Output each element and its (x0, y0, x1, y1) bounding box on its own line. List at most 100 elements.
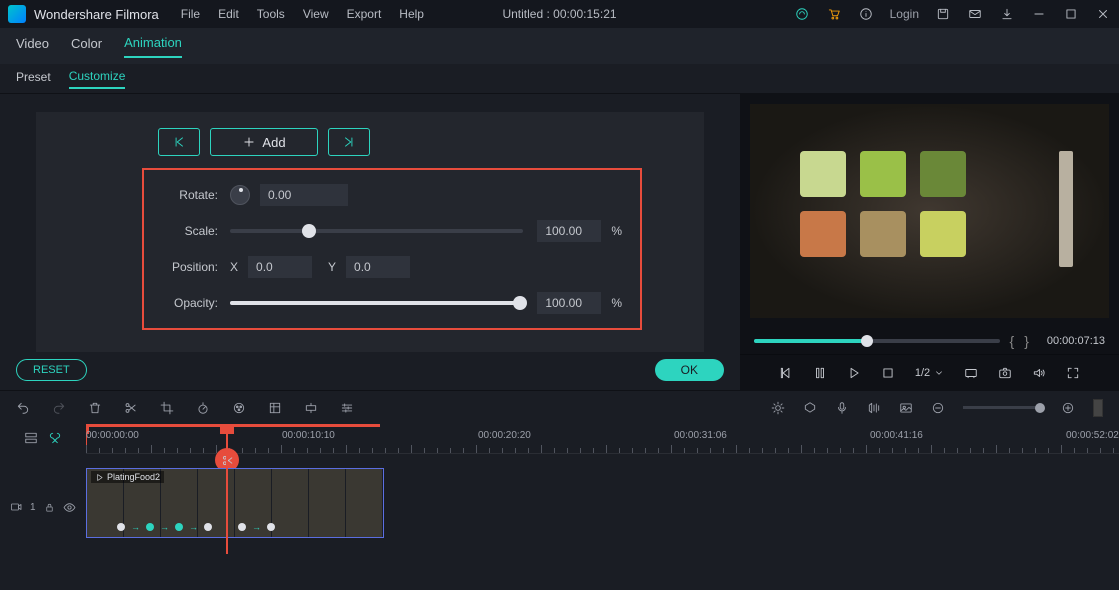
panel-tabs: Video Color Animation (0, 28, 1119, 64)
render-icon[interactable] (771, 401, 785, 415)
tab-color[interactable]: Color (71, 36, 102, 57)
menu-tools[interactable]: Tools (257, 7, 285, 21)
position-x-label: X (230, 260, 238, 274)
volume-icon[interactable] (1032, 366, 1046, 380)
mark-in-icon[interactable]: { (1010, 333, 1015, 349)
cart-icon[interactable] (826, 6, 842, 22)
color-icon[interactable] (232, 401, 246, 415)
ruler-mark: 00:00:41:16 (870, 430, 923, 441)
scale-label: Scale: (162, 224, 218, 238)
step-back-icon[interactable] (779, 366, 793, 380)
ruler-mark: 00:00:31:06 (674, 430, 727, 441)
save-icon[interactable] (935, 6, 951, 22)
snapshot-icon[interactable] (998, 366, 1012, 380)
subtab-customize[interactable]: Customize (69, 69, 126, 89)
opacity-unit: % (611, 296, 622, 310)
menu-edit[interactable]: Edit (218, 7, 239, 21)
next-keyframe-button[interactable] (328, 128, 370, 156)
titlebar: Wondershare Filmora File Edit Tools View… (0, 0, 1119, 28)
mail-icon[interactable] (967, 6, 983, 22)
ruler-mark: 00:00:00:00 (86, 430, 139, 441)
menu-view[interactable]: View (303, 7, 329, 21)
rotate-dial[interactable] (230, 185, 250, 205)
mark-out-icon[interactable]: } (1024, 333, 1029, 349)
menu-help[interactable]: Help (399, 7, 424, 21)
playhead-line[interactable] (226, 424, 228, 554)
track-manager-icon[interactable] (24, 431, 38, 448)
quality-icon[interactable] (964, 366, 978, 380)
timeline-ruler[interactable]: 00:00:00:00 00:00:10:10 00:00:20:20 00:00:3… (86, 424, 1119, 454)
ok-button[interactable]: OK (655, 359, 724, 381)
zoom-slider[interactable] (963, 406, 1043, 409)
brand-name: Wondershare Filmora (34, 7, 159, 22)
snap-icon[interactable] (48, 431, 62, 448)
preview-canvas[interactable] (750, 104, 1109, 318)
split-icon[interactable] (124, 401, 138, 415)
visibility-icon[interactable] (63, 501, 76, 514)
position-x-input[interactable] (248, 256, 312, 278)
undo-icon[interactable] (16, 401, 30, 415)
opacity-label: Opacity: (162, 296, 218, 310)
clip-name: PlatingFood2 (107, 472, 160, 482)
add-keyframe-button[interactable]: Add (210, 128, 318, 156)
speed-icon[interactable] (196, 401, 210, 415)
rotate-input[interactable] (260, 184, 348, 206)
keyframe-icon[interactable] (304, 401, 318, 415)
login-button[interactable]: Login (890, 7, 919, 21)
position-label: Position: (162, 260, 218, 274)
app-logo-icon (8, 5, 26, 23)
opacity-slider[interactable] (230, 301, 523, 305)
preview-scrubber[interactable] (754, 339, 1000, 343)
scale-unit: % (611, 224, 622, 238)
close-icon[interactable] (1095, 6, 1111, 22)
position-y-input[interactable] (346, 256, 410, 278)
position-y-label: Y (328, 260, 336, 274)
delete-icon[interactable] (88, 401, 102, 415)
scale-input[interactable] (537, 220, 601, 242)
info-icon[interactable] (858, 6, 874, 22)
timeline-toolbar (0, 390, 1119, 424)
fullscreen-icon[interactable] (1066, 366, 1080, 380)
timeline: 1 00:00:00:0000:00:10:1000:00:20:2000:00… (0, 424, 1119, 560)
video-track-header[interactable]: 1 (0, 454, 86, 560)
download-icon[interactable] (999, 6, 1015, 22)
tab-video[interactable]: Video (16, 36, 49, 57)
animation-subtabs: Preset Customize (0, 64, 1119, 94)
minimize-icon[interactable] (1031, 6, 1047, 22)
add-keyframe-label: Add (262, 135, 285, 150)
adjust-icon[interactable] (340, 401, 354, 415)
transform-controls-highlight: Rotate: Scale: % Position: X Y (142, 168, 642, 330)
ruler-mark: 00:00:20:20 (478, 430, 531, 441)
prev-keyframe-button[interactable] (158, 128, 200, 156)
preview-timecode: 00:00:07:13 (1047, 335, 1105, 347)
maximize-icon[interactable] (1063, 6, 1079, 22)
lock-icon[interactable] (44, 502, 55, 513)
zoom-in-icon[interactable] (1061, 401, 1075, 415)
reset-button[interactable]: RESET (16, 359, 87, 381)
green-screen-icon[interactable] (268, 401, 282, 415)
subtab-preset[interactable]: Preset (16, 70, 51, 88)
marker-icon[interactable] (803, 401, 817, 415)
audio-meter (1093, 399, 1103, 417)
support-icon[interactable] (794, 6, 810, 22)
ruler-mark: 00:00:52:02 (1066, 430, 1119, 441)
audio-mixer-icon[interactable] (867, 401, 881, 415)
zoom-out-icon[interactable] (931, 401, 945, 415)
play-icon[interactable] (847, 366, 861, 380)
menu-export[interactable]: Export (347, 7, 382, 21)
redo-icon[interactable] (52, 401, 66, 415)
opacity-input[interactable] (537, 292, 601, 314)
menu-file[interactable]: File (181, 7, 200, 21)
crop-icon[interactable] (160, 401, 174, 415)
pause-icon[interactable] (813, 366, 827, 380)
animation-panel: Add Rotate: Scale: % Position: X (0, 94, 740, 390)
scale-slider[interactable] (230, 229, 523, 233)
stop-icon[interactable] (881, 366, 895, 380)
playback-speed[interactable]: 1/2 (915, 367, 944, 379)
tab-animation[interactable]: Animation (124, 35, 182, 58)
main-menu: File Edit Tools View Export Help (181, 7, 424, 21)
thumbnails-icon[interactable] (899, 401, 913, 415)
timeline-clip[interactable]: PlatingFood2 → → → → (86, 468, 384, 538)
voiceover-icon[interactable] (835, 401, 849, 415)
ruler-mark: 00:00:10:10 (282, 430, 335, 441)
